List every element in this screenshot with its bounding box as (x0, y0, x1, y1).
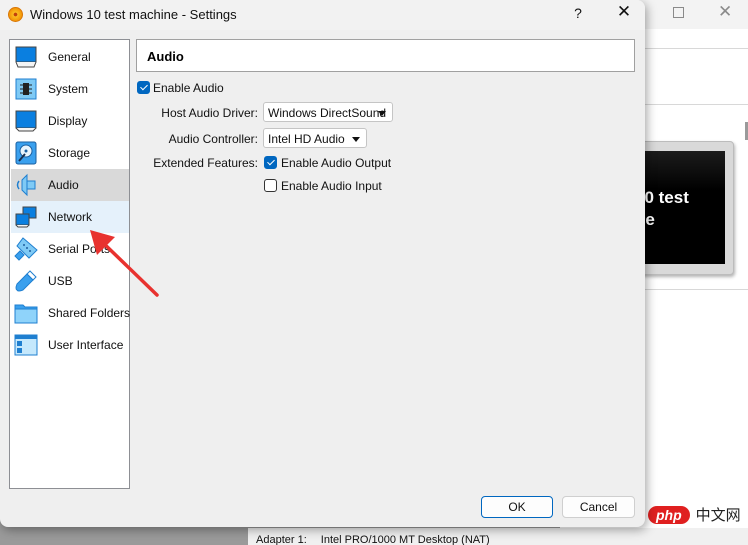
sidebar-item-display[interactable]: Display (11, 105, 129, 137)
audio-controller-select[interactable]: Intel HD Audio (263, 128, 367, 148)
system-chip-icon (14, 77, 38, 101)
usb-icon (14, 269, 38, 293)
watermark-badge: php (648, 505, 690, 524)
ok-button[interactable]: OK (481, 496, 553, 518)
preview-text-line-1: 10 test (635, 188, 689, 207)
enable-audio-label[interactable]: Enable Audio (153, 81, 224, 95)
display-monitor-icon (14, 109, 38, 133)
folder-icon (14, 301, 38, 325)
audio-speaker-icon (14, 173, 38, 197)
dialog-titlebar: Windows 10 test machine - Settings ? ✕ (0, 0, 645, 30)
serial-port-icon (14, 237, 38, 261)
virtualbox-app-icon (8, 7, 23, 22)
host-audio-driver-label: Host Audio Driver: (161, 106, 258, 120)
storage-disk-icon (14, 141, 38, 165)
section-title: Audio (147, 49, 184, 64)
preview-text-line-2: ne (635, 209, 725, 231)
user-interface-icon (14, 333, 38, 357)
sidebar-label: USB (48, 274, 73, 288)
sidebar-label: Storage (48, 146, 91, 160)
close-button[interactable]: ✕ (612, 2, 636, 26)
watermark-text: 中文网 (695, 506, 741, 524)
enable-audio-output-label[interactable]: Enable Audio Output (281, 156, 391, 170)
enable-audio-output-checkbox[interactable] (264, 156, 277, 169)
extended-features-label: Extended Features: (153, 156, 258, 170)
sidebar-item-audio[interactable]: Audio (11, 169, 129, 201)
sidebar-item-general[interactable]: General (11, 41, 129, 73)
section-header: Audio (136, 39, 635, 72)
enable-audio-input-label[interactable]: Enable Audio Input (281, 179, 382, 193)
sidebar-label: Audio (48, 178, 79, 192)
chevron-down-icon (378, 111, 386, 116)
sidebar-label: Shared Folders (48, 306, 131, 320)
background-close-icon[interactable]: ✕ (718, 2, 732, 22)
adapter-value: Intel PRO/1000 MT Desktop (NAT) (320, 534, 490, 545)
help-button[interactable]: ? (566, 5, 590, 25)
maximize-icon[interactable] (673, 7, 684, 18)
sidebar-label: User Interface (48, 338, 124, 352)
host-audio-driver-value: Windows DirectSound (268, 106, 387, 120)
sidebar-item-user-interface[interactable]: User Interface (11, 329, 129, 361)
sidebar-label: Network (48, 210, 93, 224)
chevron-down-icon (352, 137, 360, 142)
audio-controller-label: Audio Controller: (168, 132, 258, 146)
sidebar-label: General (48, 50, 91, 64)
adapter-label: Adapter 1: (256, 534, 307, 545)
general-icon (14, 45, 38, 69)
network-icon (14, 205, 38, 229)
dialog-title: Windows 10 test machine - Settings (30, 7, 237, 22)
sidebar-label: Display (48, 114, 88, 128)
annotation-arrow-icon (90, 230, 159, 297)
sidebar-item-system[interactable]: System (11, 73, 129, 105)
watermark: php 中文网 (648, 504, 741, 525)
sidebar-item-shared-folders[interactable]: Shared Folders (11, 297, 131, 329)
cancel-button[interactable]: Cancel (562, 496, 635, 518)
sidebar-item-storage[interactable]: Storage (11, 137, 129, 169)
sidebar-label: System (48, 82, 89, 96)
audio-controller-value: Intel HD Audio (268, 132, 345, 146)
enable-audio-input-checkbox[interactable] (264, 179, 277, 192)
enable-audio-checkbox[interactable] (137, 81, 150, 94)
network-details-row: Adapter 1: Intel PRO/1000 MT Desktop (NAT… (248, 528, 748, 545)
host-audio-driver-select[interactable]: Windows DirectSound (263, 102, 393, 122)
